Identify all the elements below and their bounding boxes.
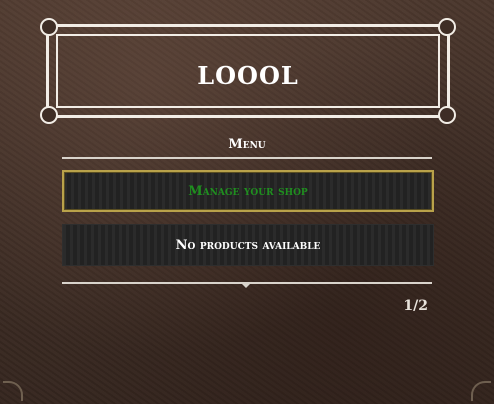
menu-item-manage-shop[interactable]: Manage your shop	[62, 170, 434, 212]
corner-ornament-icon	[0, 378, 26, 404]
ornament-icon	[438, 18, 456, 36]
menu-title: LOOOL	[197, 61, 299, 90]
menu-item-no-products[interactable]: No products available	[62, 224, 434, 266]
ornament-icon	[40, 18, 58, 36]
ornament-icon	[438, 106, 456, 124]
corner-ornament-icon	[468, 378, 494, 404]
menu-item-label: Manage your shop	[188, 183, 308, 199]
top-divider	[62, 157, 432, 159]
page-indicator: 1/2	[403, 298, 428, 314]
title-frame: LOOOL	[40, 18, 456, 124]
menu-item-label: No products available	[175, 237, 321, 253]
menu-panel: LOOOL Menu Manage your shop No products …	[0, 0, 494, 404]
divider-arrow-icon	[241, 283, 251, 288]
menu-subtitle: Menu	[228, 137, 266, 152]
ornament-icon	[40, 106, 58, 124]
